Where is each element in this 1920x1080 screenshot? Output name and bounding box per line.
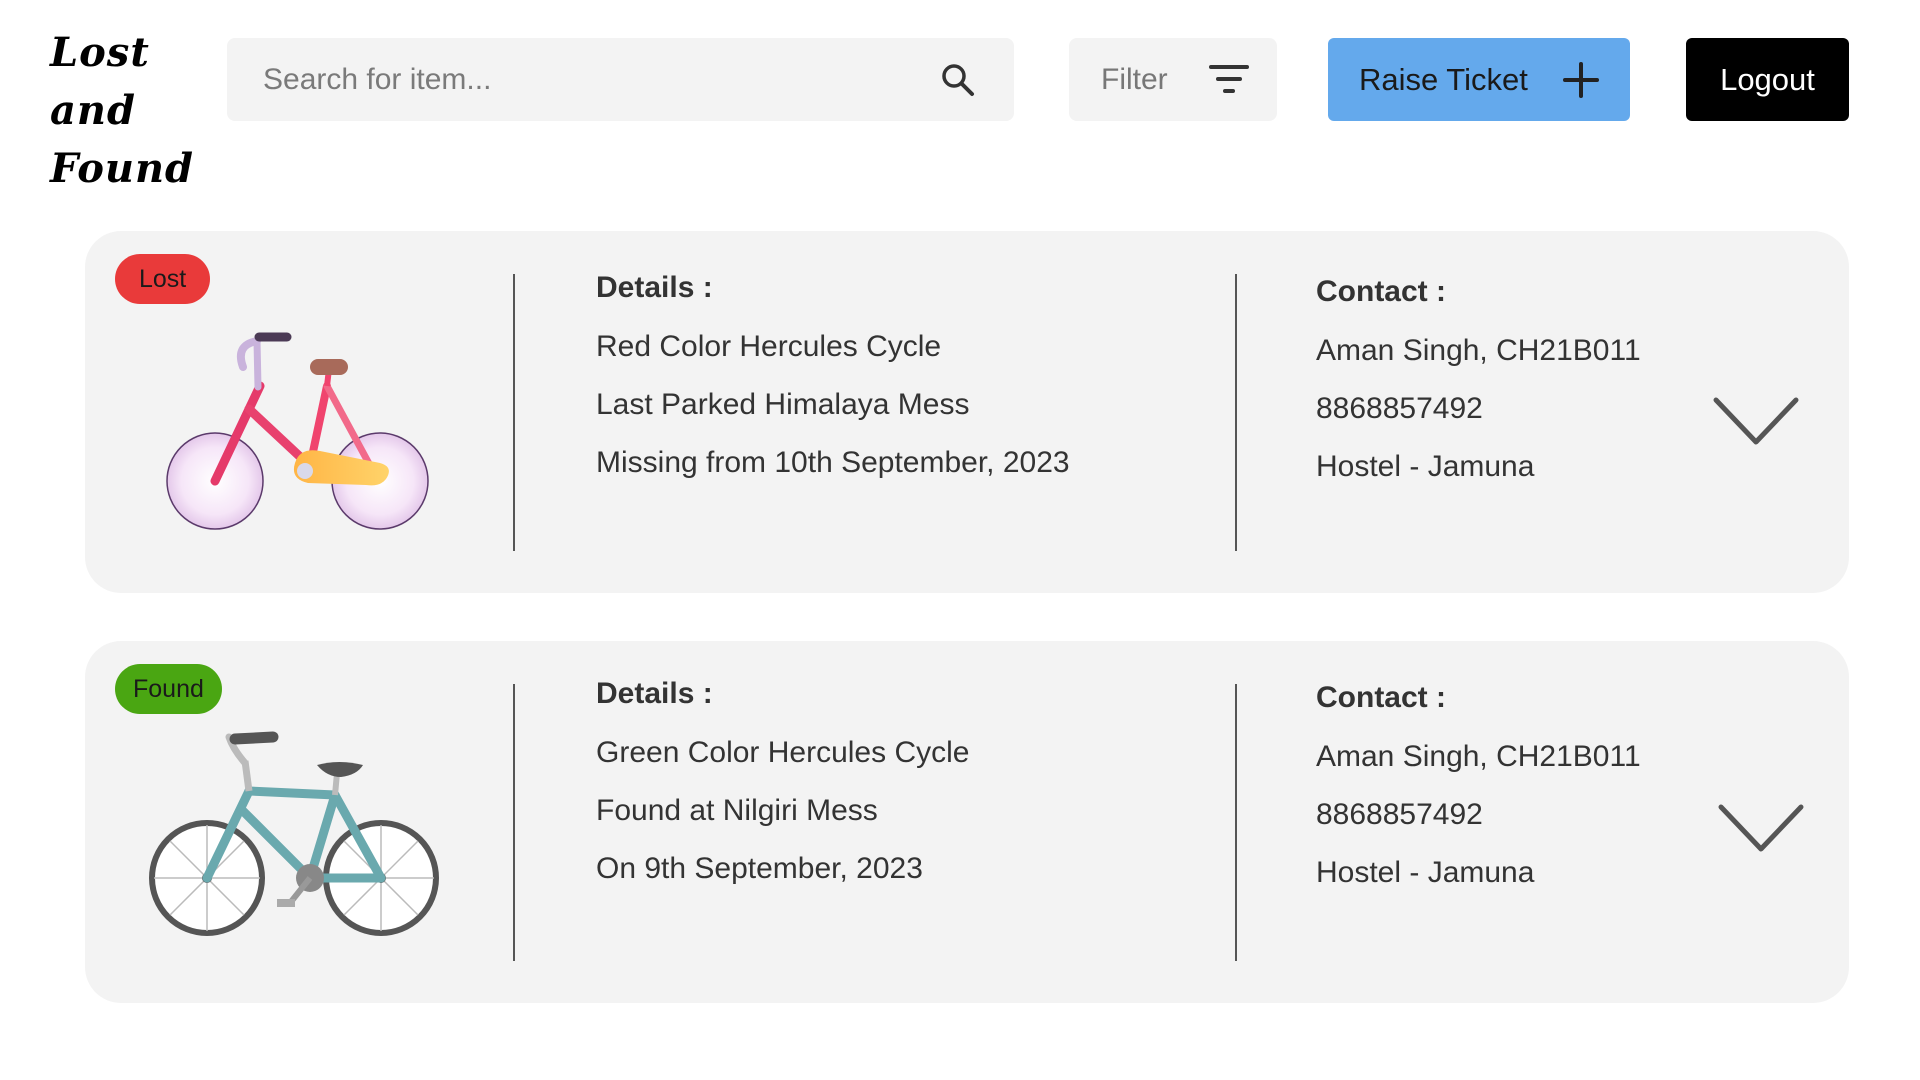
details-heading: Details : [596,271,713,304]
logo-line: Found [50,145,195,192]
item-card[interactable]: Lost Details: Red Color Hercules Cycle … [85,231,1849,593]
detail-line: Found at Nilgiri Mess [596,794,878,827]
contact-line: Aman Singh, CH21B011 [1316,740,1641,773]
contact-line: Hostel - Jamuna [1316,856,1535,889]
filter-button[interactable]: Filter [1069,38,1277,121]
contact-line: Aman Singh, CH21B011 [1316,334,1641,367]
contact-line: Hostel - Jamuna [1316,450,1535,483]
contact-section: Contact : Aman Singh, CH21B011 886885749… [1316,275,1641,507]
divider [513,684,515,961]
detail-line: Red Color Hercules Cycle [596,330,942,363]
detail-line: On 9th September, 2023 [596,852,923,885]
detail-line: Missing from 10th September, 2023 [596,446,1070,479]
details-heading: Details : [596,677,713,710]
logout-button[interactable]: Logout [1686,38,1849,121]
filter-icon [1209,64,1249,93]
divider [1235,274,1237,551]
raise-ticket-button[interactable]: Raise Ticket [1328,38,1630,121]
search-icon[interactable] [938,60,978,100]
plus-icon [1563,61,1599,98]
search-input[interactable] [263,62,926,97]
contact-heading: Contact : [1316,681,1446,714]
item-card[interactable]: Found Details: Green Color Hercules Cyc… [85,641,1849,1003]
teal-bicycle-icon [149,731,439,936]
page: Lost and Found Filter Raise Ticket Logou… [0,0,1920,1080]
filter-label: Filter [1101,62,1168,96]
app-logo: Lost and Found [50,24,194,198]
divider [1235,684,1237,961]
contact-section: Contact : Aman Singh, CH21B011 886885749… [1316,681,1641,913]
contact-heading: Contact : [1316,275,1446,308]
logo-line: Lost [50,29,150,76]
detail-line: Last Parked Himalaya Mess [596,388,970,421]
details-section: Details : Red Color Hercules Cycle Last … [596,271,1070,503]
detail-line: Green Color Hercules Cycle [596,736,970,769]
contact-line: 8868857492 [1316,392,1483,425]
search-bar[interactable] [227,38,1014,121]
chevron-down-icon[interactable] [1717,803,1805,855]
raise-ticket-label: Raise Ticket [1359,61,1528,97]
divider [513,274,515,551]
details-section: Details : Green Color Hercules Cycle Fou… [596,677,969,909]
logo-line: and [50,87,136,134]
contact-line: 8868857492 [1316,798,1483,831]
red-bicycle-icon [166,332,429,530]
chevron-down-icon[interactable] [1712,396,1800,448]
logout-label: Logout [1720,61,1815,97]
